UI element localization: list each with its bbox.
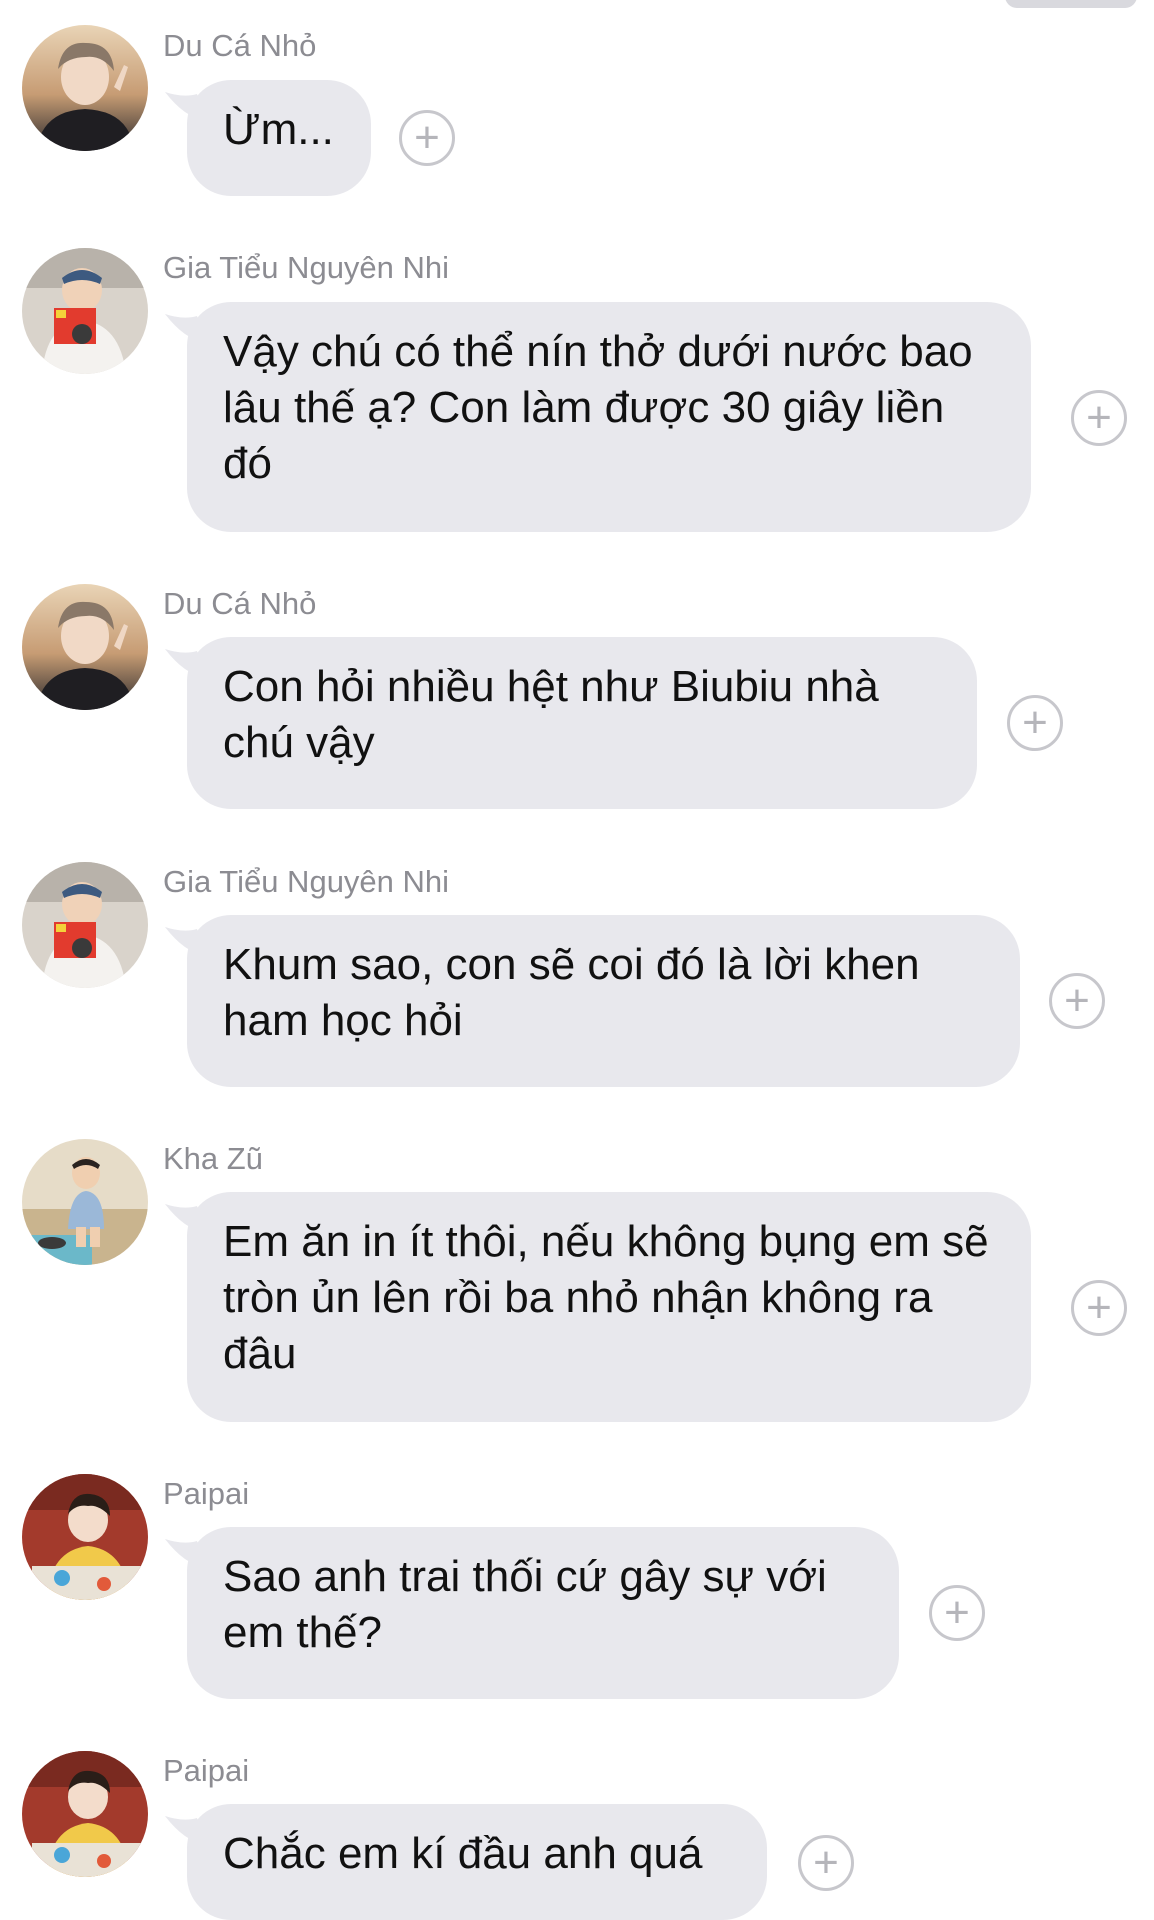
avatar-gia-tieu-nguyen-nhi[interactable] — [22, 248, 148, 374]
sender-name: Paipai — [163, 1476, 250, 1511]
avatar-gia-tieu-nguyen-nhi[interactable] — [22, 862, 148, 988]
sender-name: Gia Tiểu Nguyên Nhi — [163, 864, 450, 899]
sender-name: Gia Tiểu Nguyên Nhi — [163, 250, 450, 285]
message-bubble[interactable]: Khum sao, con sẽ coi đó là lời khen ham … — [187, 915, 1020, 1087]
message-bubble[interactable]: Con hỏi nhiều hệt như Biubiu nhà chú vậy — [187, 637, 977, 809]
add-reaction-button[interactable]: + — [798, 1835, 854, 1891]
chat-thread: Du Cá Nhỏ Ừm... + Gia Tiểu Nguyên Nhi Vậ… — [0, 0, 1154, 1920]
add-reaction-button[interactable]: + — [399, 110, 455, 166]
avatar-paipai[interactable] — [22, 1751, 148, 1877]
add-reaction-button[interactable]: + — [1071, 1280, 1127, 1336]
add-reaction-button[interactable]: + — [1049, 973, 1105, 1029]
avatar-du-ca-nho[interactable] — [22, 25, 148, 151]
add-reaction-button[interactable]: + — [929, 1585, 985, 1641]
sender-name: Du Cá Nhỏ — [163, 586, 317, 621]
message-bubble[interactable]: Sao anh trai thối cứ gây sự với em thế? — [187, 1527, 899, 1699]
sender-name: Paipai — [163, 1753, 250, 1788]
message-bubble[interactable]: Em ăn in ít thôi, nếu không bụng em sẽ t… — [187, 1192, 1031, 1422]
add-reaction-button[interactable]: + — [1071, 390, 1127, 446]
message-bubble[interactable]: Vậy chú có thể nín thở dưới nước bao lâu… — [187, 302, 1031, 532]
sender-name: Du Cá Nhỏ — [163, 28, 317, 63]
avatar-du-ca-nho[interactable] — [22, 584, 148, 710]
avatar-kha-zu[interactable] — [22, 1139, 148, 1265]
avatar-paipai[interactable] — [22, 1474, 148, 1600]
message-bubble[interactable]: Ừm... — [187, 80, 371, 196]
add-reaction-button[interactable]: + — [1007, 695, 1063, 751]
sender-name: Kha Zũ — [163, 1141, 263, 1176]
message-bubble[interactable]: Chắc em kí đầu anh quá — [187, 1804, 767, 1920]
